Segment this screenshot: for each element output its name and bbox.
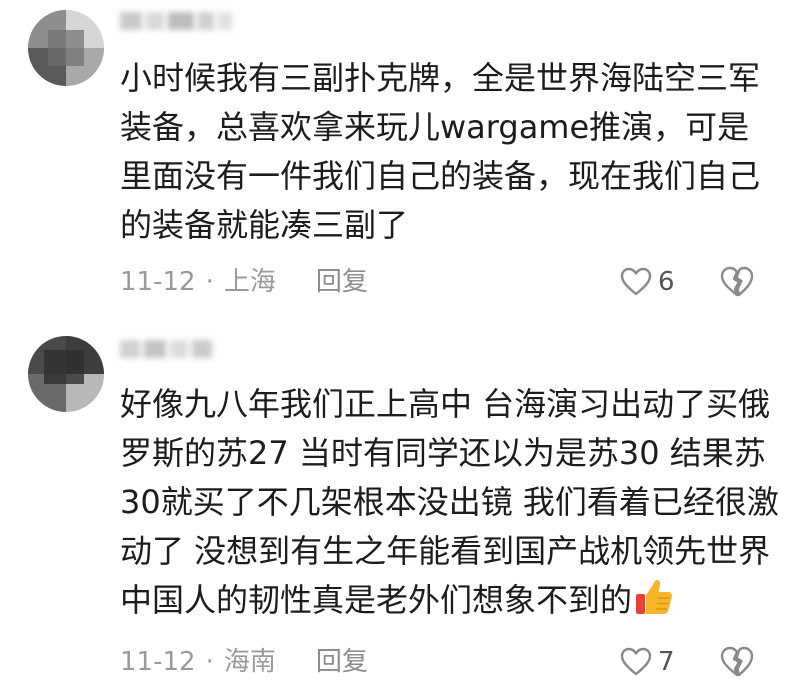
heart-icon bbox=[620, 647, 652, 676]
comment-text-content: 好像九八年我们正上高中 台海演习出动了买俄罗斯的苏27 当时有同学还以为是苏30… bbox=[120, 385, 779, 619]
meta-separator: · bbox=[205, 267, 214, 297]
like-button[interactable]: 6 bbox=[620, 264, 675, 300]
dislike-button[interactable] bbox=[720, 646, 754, 680]
comment-date: 11-12 bbox=[120, 267, 196, 297]
reply-button[interactable]: 回复 bbox=[316, 266, 368, 298]
heart-icon bbox=[620, 267, 652, 296]
like-button[interactable]: 7 bbox=[620, 644, 675, 680]
username[interactable] bbox=[120, 340, 240, 360]
meta-separator: · bbox=[205, 647, 214, 677]
dislike-button[interactable] bbox=[720, 266, 754, 300]
like-count: 6 bbox=[658, 267, 675, 297]
username[interactable] bbox=[120, 12, 240, 32]
comment-meta: 11-12 · 海南 回复 bbox=[120, 646, 368, 678]
comment-meta: 11-12 · 上海 回复 bbox=[120, 266, 368, 298]
comment-text: 好像九八年我们正上高中 台海演习出动了买俄罗斯的苏27 当时有同学还以为是苏30… bbox=[120, 380, 780, 625]
avatar[interactable] bbox=[28, 336, 104, 412]
like-count: 7 bbox=[658, 647, 675, 677]
thumbs-up-emoji-icon bbox=[636, 580, 672, 614]
comment-location: 上海 bbox=[223, 267, 276, 297]
broken-heart-icon bbox=[720, 266, 754, 297]
avatar[interactable] bbox=[28, 10, 104, 86]
comment-location: 海南 bbox=[223, 647, 276, 677]
comment-date: 11-12 bbox=[120, 647, 196, 677]
broken-heart-icon bbox=[720, 646, 754, 677]
reply-button[interactable]: 回复 bbox=[316, 646, 368, 678]
comment-text: 小时候我有三副扑克牌，全是世界海陆空三军装备，总喜欢拿来玩儿wargame推演，… bbox=[120, 59, 761, 244]
